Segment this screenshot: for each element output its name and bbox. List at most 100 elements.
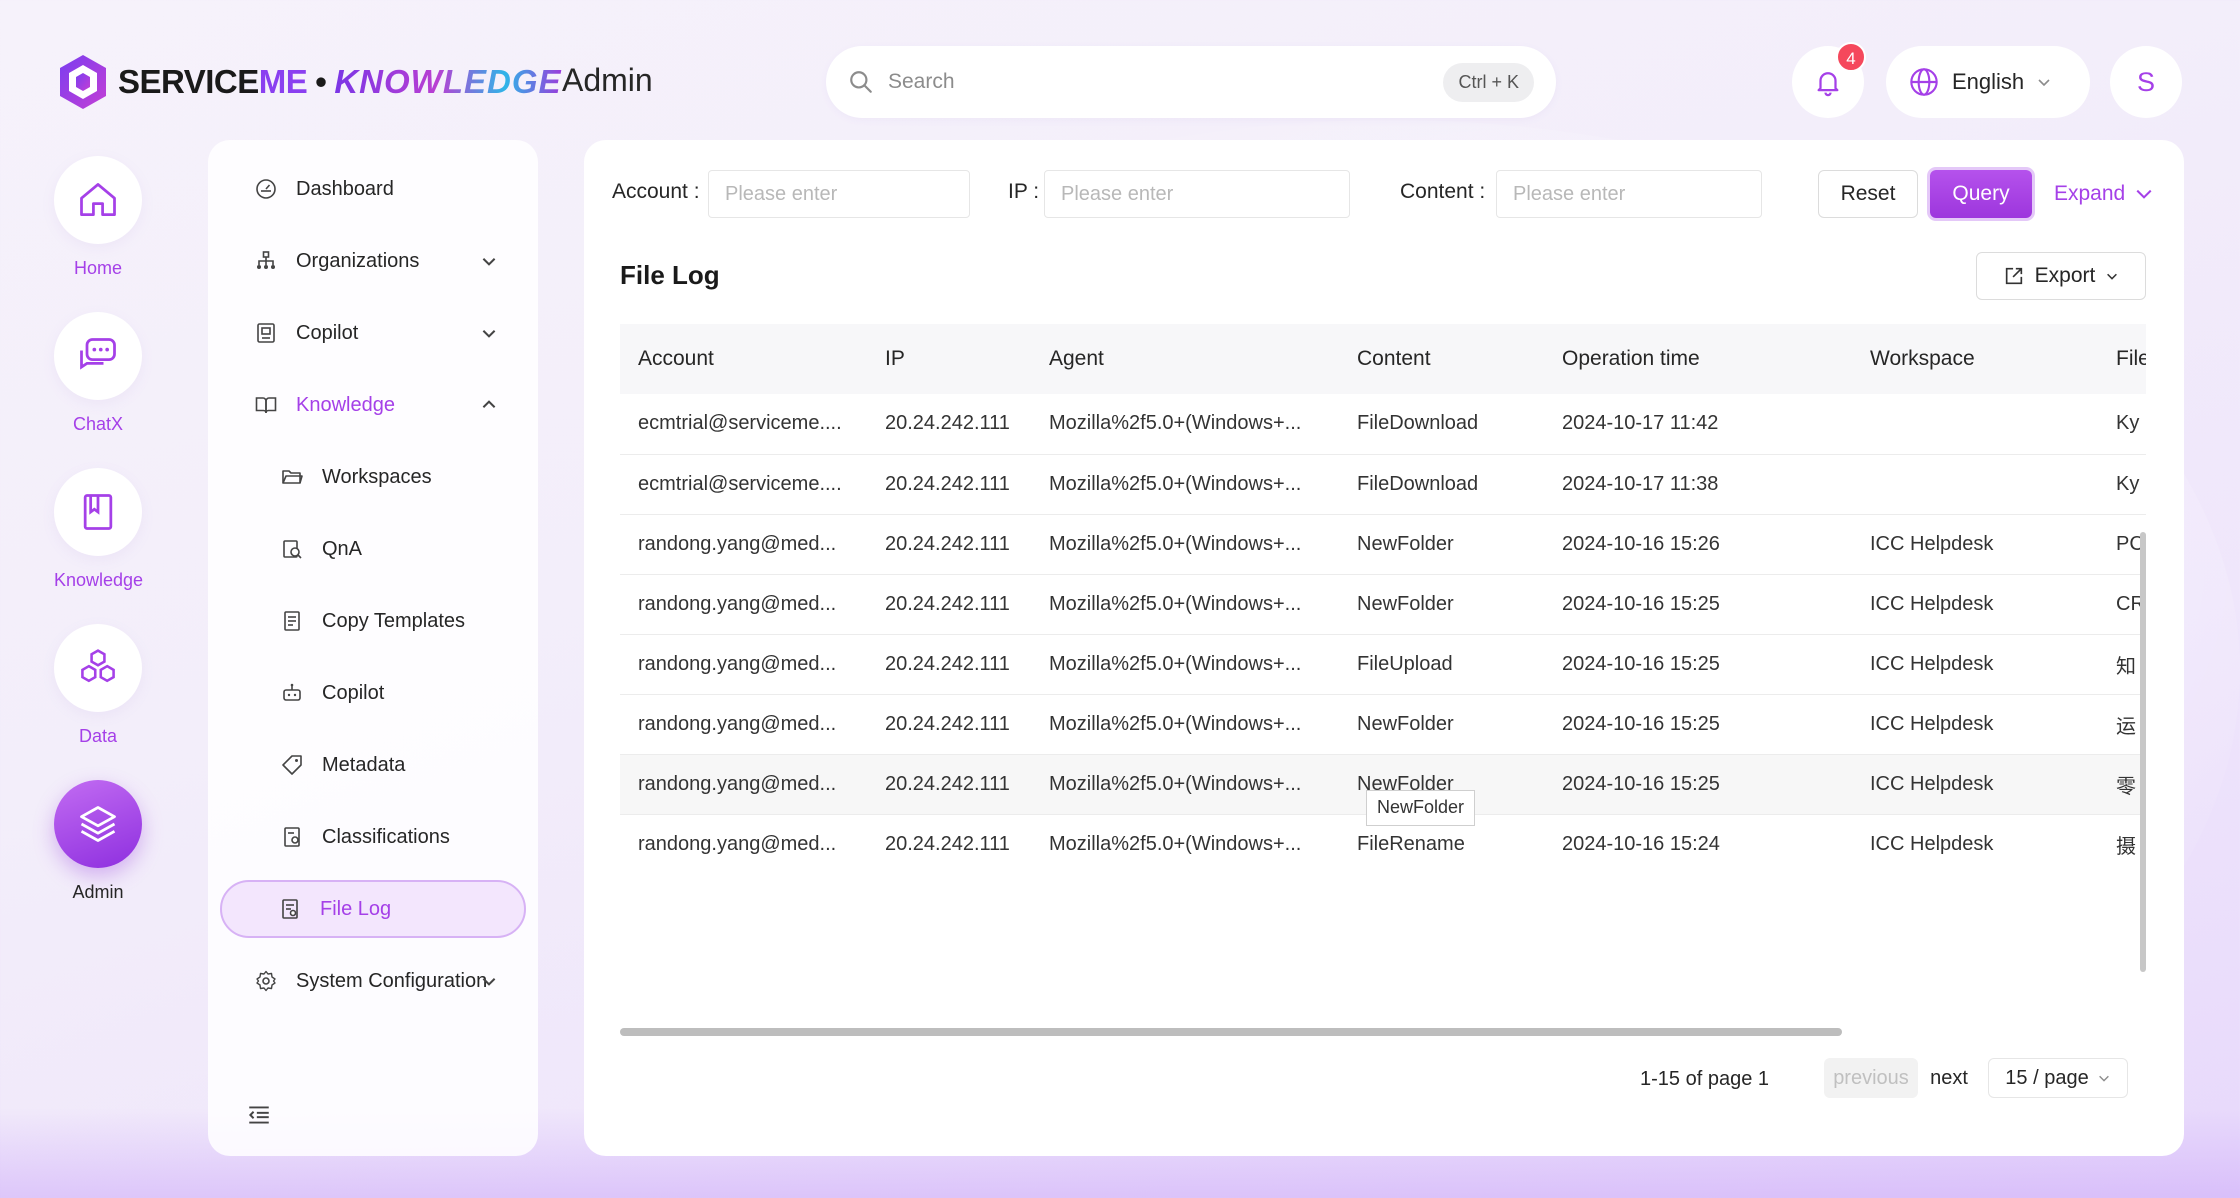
- table-cell: 2024-10-16 15:26: [1544, 514, 1852, 575]
- main-panel: Account : Please enter IP : Please enter…: [584, 140, 2184, 1156]
- horizontal-scrollbar[interactable]: [620, 1028, 1842, 1036]
- file-log-table: Account IP Agent Content Operation time Works…: [620, 324, 2146, 860]
- brand-me: ME: [258, 63, 308, 100]
- rail-label-data: Data: [78, 726, 118, 746]
- brand-knowledge: KNOWLEDGE: [334, 63, 562, 100]
- table-row[interactable]: randong.yang@med... 20.24.242.111 Mozilla%…: [620, 694, 2146, 755]
- sidebar-item-copilot[interactable]: Copilot: [220, 304, 526, 362]
- expand-filters-button[interactable]: Expand: [2054, 182, 2153, 206]
- account-filter-label: Account :: [612, 180, 700, 203]
- chevron-down-icon: [482, 978, 496, 986]
- bell-icon: [1817, 72, 1839, 97]
- table-cell: randong.yang@med...: [620, 574, 867, 635]
- sidebar-item-copy-templates[interactable]: Copy Templates: [220, 592, 526, 650]
- expand-label: Expand: [2054, 182, 2126, 205]
- rail-item-home[interactable]: Home: [54, 156, 142, 279]
- account-input[interactable]: Please enter: [708, 170, 970, 218]
- column-header: IP: [867, 324, 1031, 394]
- file-log-icon: [282, 899, 298, 919]
- search-input[interactable]: Search: [888, 70, 1443, 94]
- table-cell: 零: [2098, 754, 2146, 815]
- brand-logo[interactable]: SERVICEME • KNOWLEDGE: [56, 52, 562, 112]
- table-row[interactable]: randong.yang@med... 20.24.242.111 Mozilla%…: [620, 634, 2146, 695]
- sidebar-item-dashboard[interactable]: Dashboard: [220, 160, 526, 218]
- export-label: Export: [2034, 264, 2096, 287]
- table-cell: ecmtrial@serviceme....: [620, 394, 867, 455]
- column-header: Account: [620, 324, 867, 394]
- table-cell: 2024-10-16 15:25: [1544, 754, 1852, 815]
- sidebar-item-copilot-sub[interactable]: Copilot: [220, 664, 526, 722]
- sidebar-item-knowledge[interactable]: Knowledge: [220, 376, 526, 434]
- rail-item-admin[interactable]: Admin: [54, 780, 142, 903]
- qna-icon: [283, 540, 302, 559]
- table-cell: 2024-10-16 15:25: [1544, 694, 1852, 755]
- export-button[interactable]: Export: [1976, 252, 2146, 300]
- collapse-sidebar-icon[interactable]: [246, 1102, 272, 1128]
- ip-input[interactable]: Please enter: [1044, 170, 1350, 218]
- language-select[interactable]: English: [1886, 46, 2090, 118]
- table-row[interactable]: randong.yang@med... 20.24.242.111 Mozilla%…: [620, 514, 2146, 575]
- sidebar-item-metadata[interactable]: Metadata: [220, 736, 526, 794]
- rail-item-data[interactable]: Data: [54, 624, 142, 747]
- table-row[interactable]: ecmtrial@serviceme.... 20.24.242.111 Mozil…: [620, 394, 2146, 455]
- copilot-icon: [257, 323, 275, 343]
- table-cell: 20.24.242.111: [867, 574, 1031, 635]
- table-cell: PC: [2098, 514, 2146, 575]
- user-avatar[interactable]: S: [2110, 46, 2182, 118]
- sidebar-item-system-configuration[interactable]: System Configuration: [220, 952, 526, 1010]
- sidebar-item-qna[interactable]: QnA: [220, 520, 526, 578]
- sidebar-item-file-log[interactable]: File Log: [220, 880, 526, 938]
- sidebar-label: Dashboard: [296, 177, 394, 200]
- table-cell: Mozilla%2f5.0+(Windows+...: [1031, 514, 1339, 575]
- table-cell: 知: [2098, 634, 2146, 695]
- content-input[interactable]: Please enter: [1496, 170, 1762, 218]
- rail-label-admin: Admin: [72, 882, 124, 902]
- table-row[interactable]: ecmtrial@serviceme.... 20.24.242.111 Mozil…: [620, 454, 2146, 515]
- table-cell: Mozilla%2f5.0+(Windows+...: [1031, 754, 1339, 815]
- home-icon: [80, 183, 116, 217]
- sidebar-label: Workspaces: [322, 465, 432, 488]
- table-cell: 2024-10-16 15:25: [1544, 574, 1852, 635]
- table-row[interactable]: randong.yang@med... 20.24.242.111 Mozilla%…: [620, 574, 2146, 635]
- query-button[interactable]: Query: [1930, 170, 2032, 218]
- brand-dot: •: [315, 63, 327, 100]
- table-cell: ICC Helpdesk: [1852, 814, 2098, 860]
- table-cell: 2024-10-17 11:38: [1544, 454, 1852, 515]
- table-cell: 2024-10-16 15:25: [1544, 634, 1852, 695]
- table-cell: 2024-10-17 11:42: [1544, 394, 1852, 455]
- chevron-down-icon: [2038, 79, 2050, 87]
- table-cell: randong.yang@med...: [620, 514, 867, 575]
- table-cell: NewFolder: [1339, 574, 1544, 635]
- rail-label-chatx: ChatX: [72, 414, 124, 434]
- page-size-label: 15 / page: [2005, 1066, 2089, 1089]
- chevron-down-icon: [2107, 273, 2118, 280]
- sidebar-label: Metadata: [322, 753, 406, 776]
- sidebar-item-organizations[interactable]: Organizations: [220, 232, 526, 290]
- rail-item-knowledge[interactable]: Knowledge: [54, 468, 143, 591]
- column-header: Content: [1339, 324, 1544, 394]
- content-filter-label: Content :: [1400, 180, 1486, 203]
- column-header: Workspace: [1852, 324, 2098, 394]
- reset-button[interactable]: Reset: [1818, 170, 1918, 218]
- chevron-down-icon: [2136, 189, 2152, 199]
- sidebar-label: Organizations: [296, 249, 420, 272]
- table-cell: CR: [2098, 574, 2146, 635]
- notification-badge: 4: [1836, 42, 1866, 72]
- globe-icon: [1910, 68, 1938, 96]
- sidebar-item-classifications[interactable]: Classifications: [220, 808, 526, 866]
- sidebar-item-workspaces[interactable]: Workspaces: [220, 448, 526, 506]
- column-header: Operation time: [1544, 324, 1852, 394]
- rail-item-chatx[interactable]: ChatX: [54, 312, 142, 435]
- sidebar-label: Copy Templates: [322, 609, 466, 632]
- chevron-up-icon: [482, 400, 496, 408]
- table-cell: 2024-10-16 15:24: [1544, 814, 1852, 860]
- table-cell: randong.yang@med...: [620, 814, 867, 860]
- sidebar-label: Copilot: [296, 321, 359, 344]
- ip-filter-label: IP :: [1008, 180, 1040, 203]
- admin-sidebar: Dashboard Organizations Copilot Knowledg…: [208, 140, 538, 1156]
- page-size-select[interactable]: 15 / page: [1988, 1058, 2128, 1098]
- hexagons-icon: [81, 649, 115, 683]
- search-bar[interactable]: Search Ctrl + K: [826, 46, 1556, 118]
- next-page-button[interactable]: next: [1902, 1058, 1996, 1098]
- vertical-scrollbar[interactable]: [2140, 532, 2146, 972]
